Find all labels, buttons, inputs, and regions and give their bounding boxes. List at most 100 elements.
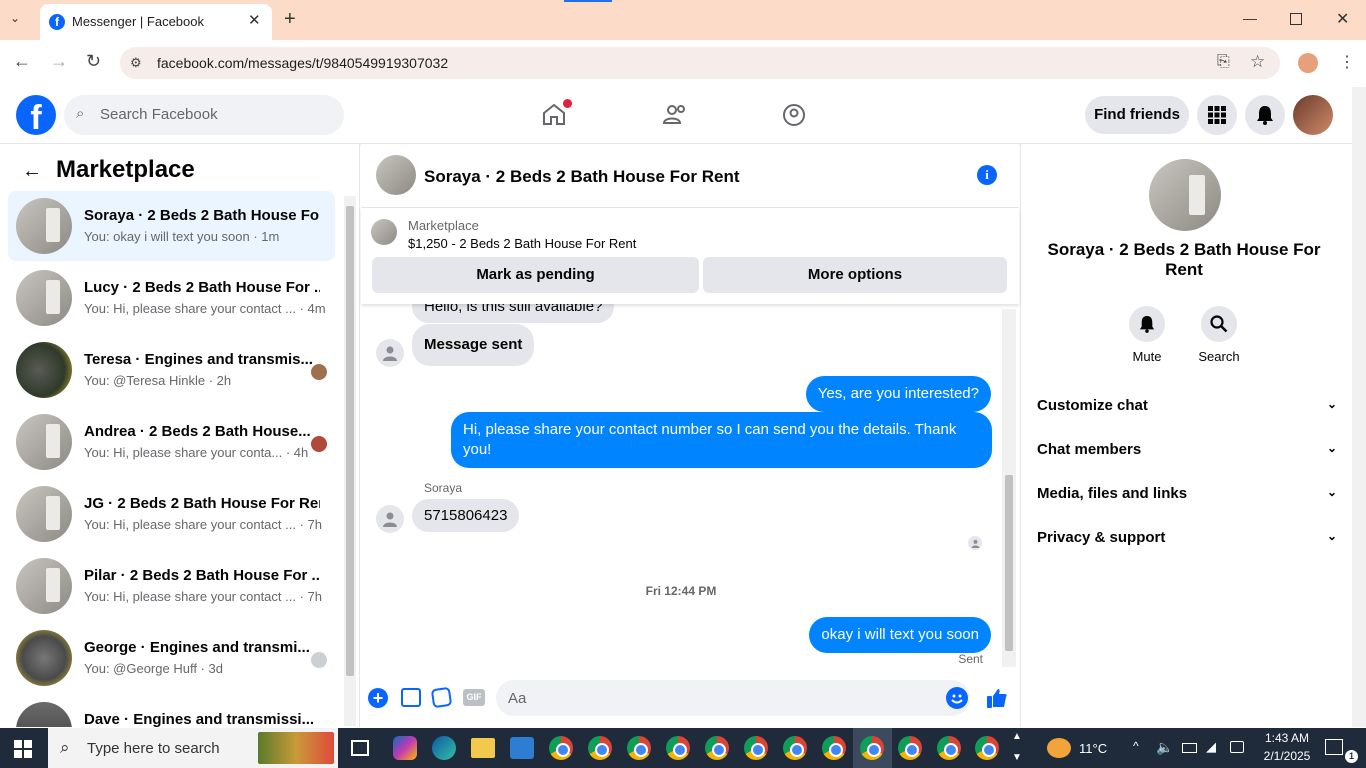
more-options-button[interactable]: More options <box>703 257 1007 293</box>
volume-icon[interactable]: 🔈 <box>1156 739 1173 756</box>
search-input[interactable]: Search Facebook <box>100 106 218 123</box>
browser-menu-icon[interactable]: ⋮ <box>1339 52 1355 72</box>
browser-tab[interactable]: f Messenger | Facebook ✕ <box>40 4 272 40</box>
chrome-icon[interactable] <box>666 736 690 760</box>
groups-icon[interactable] <box>782 103 806 127</box>
friends-icon[interactable] <box>662 103 688 127</box>
conversation-item[interactable]: Pilar · 2 Beds 2 Bath House For ... You:… <box>8 551 335 621</box>
tab-list-chevron-icon[interactable]: ⌄ <box>10 11 20 25</box>
wifi-icon[interactable]: ◢ <box>1206 739 1216 755</box>
chrome-icon[interactable] <box>744 736 768 760</box>
address-bar[interactable]: ⚙ facebook.com/messages/t/98405499193070… <box>120 47 1280 79</box>
conversation-item[interactable]: Andrea · 2 Beds 2 Bath House... You: Hi,… <box>8 407 335 477</box>
conversation-item[interactable]: Lucy · 2 Beds 2 Bath House For ... You: … <box>8 263 335 333</box>
message-bubble-incoming[interactable]: 5715806423 <box>412 499 520 532</box>
clock-date[interactable]: 2/1/2025 <box>1252 749 1322 763</box>
sender-avatar[interactable] <box>376 339 404 367</box>
photo-attach-icon[interactable] <box>401 688 421 707</box>
listing-title[interactable]: $1,250 - 2 Beds 2 Bath House For Rent <box>408 236 636 251</box>
new-tab-plus-icon[interactable]: + <box>284 8 296 31</box>
info-icon[interactable]: i <box>977 165 997 185</box>
temperature[interactable]: 11°C <box>1079 741 1107 756</box>
thread-scrollbar[interactable] <box>1002 309 1016 667</box>
emoji-icon[interactable] <box>946 687 968 709</box>
meet-now-icon[interactable] <box>1230 741 1244 753</box>
conversation-item[interactable]: Teresa · Engines and transmis... You: @T… <box>8 335 335 405</box>
edge-icon[interactable] <box>432 736 456 760</box>
chrome-icon[interactable] <box>975 736 999 760</box>
hidden-icons-chevron-icon[interactable]: ^ <box>1133 739 1139 753</box>
taskbar-search-box[interactable]: ⌕ Type here to search <box>48 728 338 768</box>
back-arrow-icon[interactable]: ← <box>13 51 31 72</box>
chrome-icon[interactable] <box>783 736 807 760</box>
menu-grid-icon[interactable] <box>1197 95 1237 135</box>
scrollbar-thumb[interactable] <box>1005 475 1013 651</box>
chat-title[interactable]: Soraya · 2 Beds 2 Bath House For Rent <box>424 167 740 187</box>
chrome-icon[interactable] <box>627 736 651 760</box>
profile-avatar-icon[interactable] <box>1298 53 1318 73</box>
scrollbar-thumb[interactable] <box>346 206 354 676</box>
find-friends-button[interactable]: Find friends <box>1085 96 1189 134</box>
notification-center-icon[interactable] <box>1325 739 1343 755</box>
tab-close-icon[interactable]: ✕ <box>248 11 261 29</box>
chrome-icon[interactable] <box>549 736 573 760</box>
customize-chat-section[interactable]: Customize chat ⌄ <box>1037 397 1337 414</box>
clock-time[interactable]: 1:43 AM <box>1252 731 1322 745</box>
listing-thumbnail[interactable] <box>371 219 397 245</box>
privacy-support-section[interactable]: Privacy & support ⌄ <box>1037 529 1337 546</box>
sticker-icon[interactable] <box>430 686 453 709</box>
forward-arrow-icon[interactable]: → <box>50 51 68 72</box>
chrome-icon[interactable] <box>860 736 884 760</box>
chrome-icon[interactable] <box>937 736 961 760</box>
sender-avatar[interactable] <box>376 505 404 533</box>
message-bubble-outgoing[interactable]: Yes, are you interested? <box>805 376 991 412</box>
message-bubble-incoming[interactable]: Hello, is this still available? <box>412 304 615 323</box>
profile-photo[interactable] <box>1149 159 1221 231</box>
weather-icon[interactable] <box>1047 738 1071 758</box>
conversation-item[interactable]: George · Engines and transmi... You: @Ge… <box>8 623 335 693</box>
page-scrollbar[interactable] <box>1352 87 1366 727</box>
bookmark-star-icon[interactable]: ☆ <box>1250 52 1265 72</box>
search-icon[interactable] <box>1201 306 1237 342</box>
maximize-icon[interactable] <box>1290 13 1302 25</box>
home-icon[interactable] <box>541 99 572 126</box>
search-label[interactable]: Search <box>1195 349 1243 364</box>
mute-bell-icon[interactable] <box>1129 306 1165 342</box>
facebook-logo-icon[interactable]: f <box>16 95 56 137</box>
reload-icon[interactable]: ↻ <box>86 51 101 72</box>
message-bubble-incoming[interactable]: Message sent <box>412 324 535 366</box>
add-more-icon[interactable]: + <box>368 688 388 708</box>
chat-members-section[interactable]: Chat members ⌄ <box>1037 441 1337 458</box>
chrome-icon[interactable] <box>588 736 612 760</box>
taskbar-scroll-up-icon[interactable]: ▲ <box>1012 731 1022 742</box>
message-input[interactable]: Aa <box>496 680 970 716</box>
chat-avatar[interactable] <box>376 155 416 195</box>
site-settings-icon[interactable]: ⚙ <box>130 55 142 71</box>
chrome-icon[interactable] <box>898 736 922 760</box>
conversation-item[interactable]: JG · 2 Beds 2 Bath House For Rent You: H… <box>8 479 335 549</box>
conversation-item[interactable]: Soraya · 2 Beds 2 Bath House Fo... You: … <box>8 191 335 261</box>
media-files-links-section[interactable]: Media, files and links ⌄ <box>1037 485 1337 502</box>
gif-icon[interactable]: GIF <box>463 689 485 706</box>
notifications-bell-icon[interactable] <box>1245 95 1285 135</box>
battery-icon[interactable] <box>1182 743 1197 753</box>
back-arrow-icon[interactable]: ← <box>22 160 42 183</box>
task-view-icon[interactable] <box>351 740 369 756</box>
message-bubble-outgoing[interactable]: Hi, please share your contact number so … <box>451 412 992 468</box>
mark-as-pending-button[interactable]: Mark as pending <box>372 257 699 293</box>
message-bubble-outgoing[interactable]: okay i will text you soon <box>809 617 991 653</box>
scrollbar-track[interactable] <box>344 196 356 726</box>
facebook-search-box[interactable]: ⌕ Search Facebook <box>64 95 344 135</box>
conversation-item[interactable]: Dave · Engines and transmissi... <box>8 695 335 727</box>
like-thumbs-up-icon[interactable] <box>986 687 1008 709</box>
chrome-icon[interactable] <box>822 736 846 760</box>
store-icon[interactable] <box>510 737 534 759</box>
account-avatar[interactable] <box>1293 95 1333 135</box>
chrome-icon[interactable] <box>705 736 729 760</box>
minimize-icon[interactable]: — <box>1243 10 1257 26</box>
windows-start-icon[interactable] <box>14 740 32 758</box>
install-app-icon[interactable]: ⎘ <box>1217 53 1230 71</box>
copilot-icon[interactable] <box>393 736 417 760</box>
taskbar-search-input[interactable]: Type here to search <box>87 740 220 757</box>
taskbar-scroll-down-icon[interactable]: ▼ <box>1012 752 1022 763</box>
